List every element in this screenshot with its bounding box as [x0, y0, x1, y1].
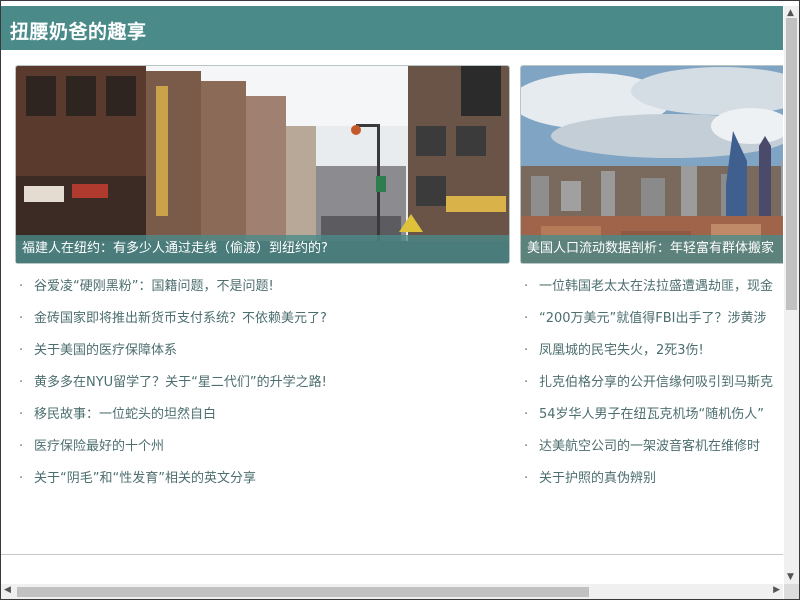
featured-article-right-title[interactable]: 美国人口流动数据剖析：年轻富有群体搬家: [521, 235, 783, 263]
list-item[interactable]: · 金砖国家即将推出新货币支付系统？不依赖美元了?: [15, 304, 510, 336]
bullet-icon: ·: [19, 343, 24, 358]
horizontal-scrollbar[interactable]: ◀ ▶: [1, 584, 783, 599]
list-item[interactable]: · 黄多多在NYU留学了？关于“星二代们”的升学之路!: [15, 368, 510, 400]
list-item[interactable]: · 凤凰城的民宅失火，2死3伤!: [520, 336, 783, 368]
list-item[interactable]: · 谷爱凌“硬刚黑粉”：国籍问题，不是问题!: [15, 272, 510, 304]
horizontal-scrollbar-thumb[interactable]: [17, 587, 589, 597]
content-divider: [1, 554, 783, 555]
article-list-right: · 一位韩国老太太在法拉盛遭遇劫匪，现金 · “200万美元”就值得FBI出手了？涉…: [520, 272, 783, 496]
bullet-icon: ·: [524, 439, 529, 454]
featured-article-left-title[interactable]: 福建人在纽约：有多少人通过走线（偷渡）到纽约的?: [16, 235, 509, 263]
article-link[interactable]: “200万美元”就值得FBI出手了？涉黄涉: [539, 311, 767, 326]
article-column-right: 美国人口流动数据剖析：年轻富有群体搬家 · 一位韩国老太太在法拉盛遭遇劫匪，现金 …: [520, 65, 783, 496]
site-title[interactable]: 扭腰奶爸的趣享: [10, 17, 147, 44]
article-list-left: · 谷爱凌“硬刚黑粉”：国籍问题，不是问题! · 金砖国家即将推出新货币支付系统？不…: [15, 272, 510, 496]
list-item[interactable]: · 一位韩国老太太在法拉盛遭遇劫匪，现金: [520, 272, 783, 304]
bullet-icon: ·: [19, 471, 24, 486]
bullet-icon: ·: [524, 407, 529, 422]
bullet-icon: ·: [19, 439, 24, 454]
scroll-up-arrow-icon[interactable]: ▲: [787, 8, 794, 18]
scroll-left-arrow-icon[interactable]: ◀: [4, 585, 11, 595]
scroll-right-arrow-icon[interactable]: ▶: [773, 585, 780, 595]
article-link[interactable]: 扎克伯格分享的公开信缘何吸引到马斯克: [539, 375, 773, 390]
list-item[interactable]: · 关于护照的真伪辨别: [520, 464, 783, 496]
bullet-icon: ·: [19, 407, 24, 422]
article-link[interactable]: 移民故事：一位蛇头的坦然自白: [34, 407, 216, 422]
bullet-icon: ·: [19, 311, 24, 326]
vertical-scrollbar-thumb[interactable]: [786, 18, 797, 310]
article-link[interactable]: 医疗保险最好的十个州: [34, 439, 164, 454]
list-item[interactable]: · “200万美元”就值得FBI出手了？涉黄涉: [520, 304, 783, 336]
scroll-down-arrow-icon[interactable]: ▼: [787, 572, 794, 582]
content-viewport: 福建人在纽约：有多少人通过走线（偷渡）到纽约的? · 谷爱凌“硬刚黑粉”：国籍问题…: [1, 50, 783, 583]
article-link[interactable]: 关于美国的医疗保障体系: [34, 343, 177, 358]
featured-article-right[interactable]: 美国人口流动数据剖析：年轻富有群体搬家: [520, 65, 783, 264]
list-item[interactable]: · 扎克伯格分享的公开信缘何吸引到马斯克: [520, 368, 783, 400]
article-link[interactable]: 金砖国家即将推出新货币支付系统？不依赖美元了?: [34, 311, 327, 326]
article-link[interactable]: 关于“阴毛”和“性发育”相关的英文分享: [34, 471, 256, 486]
article-link[interactable]: 凤凰城的民宅失火，2死3伤!: [539, 343, 704, 358]
list-item[interactable]: · 医疗保险最好的十个州: [15, 432, 510, 464]
bullet-icon: ·: [19, 375, 24, 390]
bullet-icon: ·: [524, 471, 529, 486]
scrollbar-corner: [784, 584, 799, 599]
article-link[interactable]: 一位韩国老太太在法拉盛遭遇劫匪，现金: [539, 279, 773, 294]
list-item[interactable]: · 达美航空公司的一架波音客机在维修时: [520, 432, 783, 464]
article-link[interactable]: 黄多多在NYU留学了？关于“星二代们”的升学之路!: [34, 375, 327, 390]
article-column-left: 福建人在纽约：有多少人通过走线（偷渡）到纽约的? · 谷爱凌“硬刚黑粉”：国籍问题…: [15, 65, 510, 496]
article-link[interactable]: 达美航空公司的一架波音客机在维修时: [539, 439, 760, 454]
article-link[interactable]: 谷爱凌“硬刚黑粉”：国籍问题，不是问题!: [34, 279, 274, 294]
bullet-icon: ·: [19, 279, 24, 294]
bullet-icon: ·: [524, 311, 529, 326]
list-item[interactable]: · 关于“阴毛”和“性发育”相关的英文分享: [15, 464, 510, 496]
bullet-icon: ·: [524, 375, 529, 390]
article-link[interactable]: 54岁华人男子在纽瓦克机场“随机伤人”: [539, 407, 764, 422]
list-item[interactable]: · 关于美国的医疗保障体系: [15, 336, 510, 368]
article-link[interactable]: 关于护照的真伪辨别: [539, 471, 656, 486]
list-item[interactable]: · 54岁华人男子在纽瓦克机场“随机伤人”: [520, 400, 783, 432]
bullet-icon: ·: [524, 343, 529, 358]
list-item[interactable]: · 移民故事：一位蛇头的坦然自白: [15, 400, 510, 432]
vertical-scrollbar[interactable]: ▲ ▼: [784, 6, 799, 584]
bullet-icon: ·: [524, 279, 529, 294]
site-header: 扭腰奶爸的趣享: [1, 6, 783, 50]
featured-article-left[interactable]: 福建人在纽约：有多少人通过走线（偷渡）到纽约的?: [15, 65, 510, 264]
